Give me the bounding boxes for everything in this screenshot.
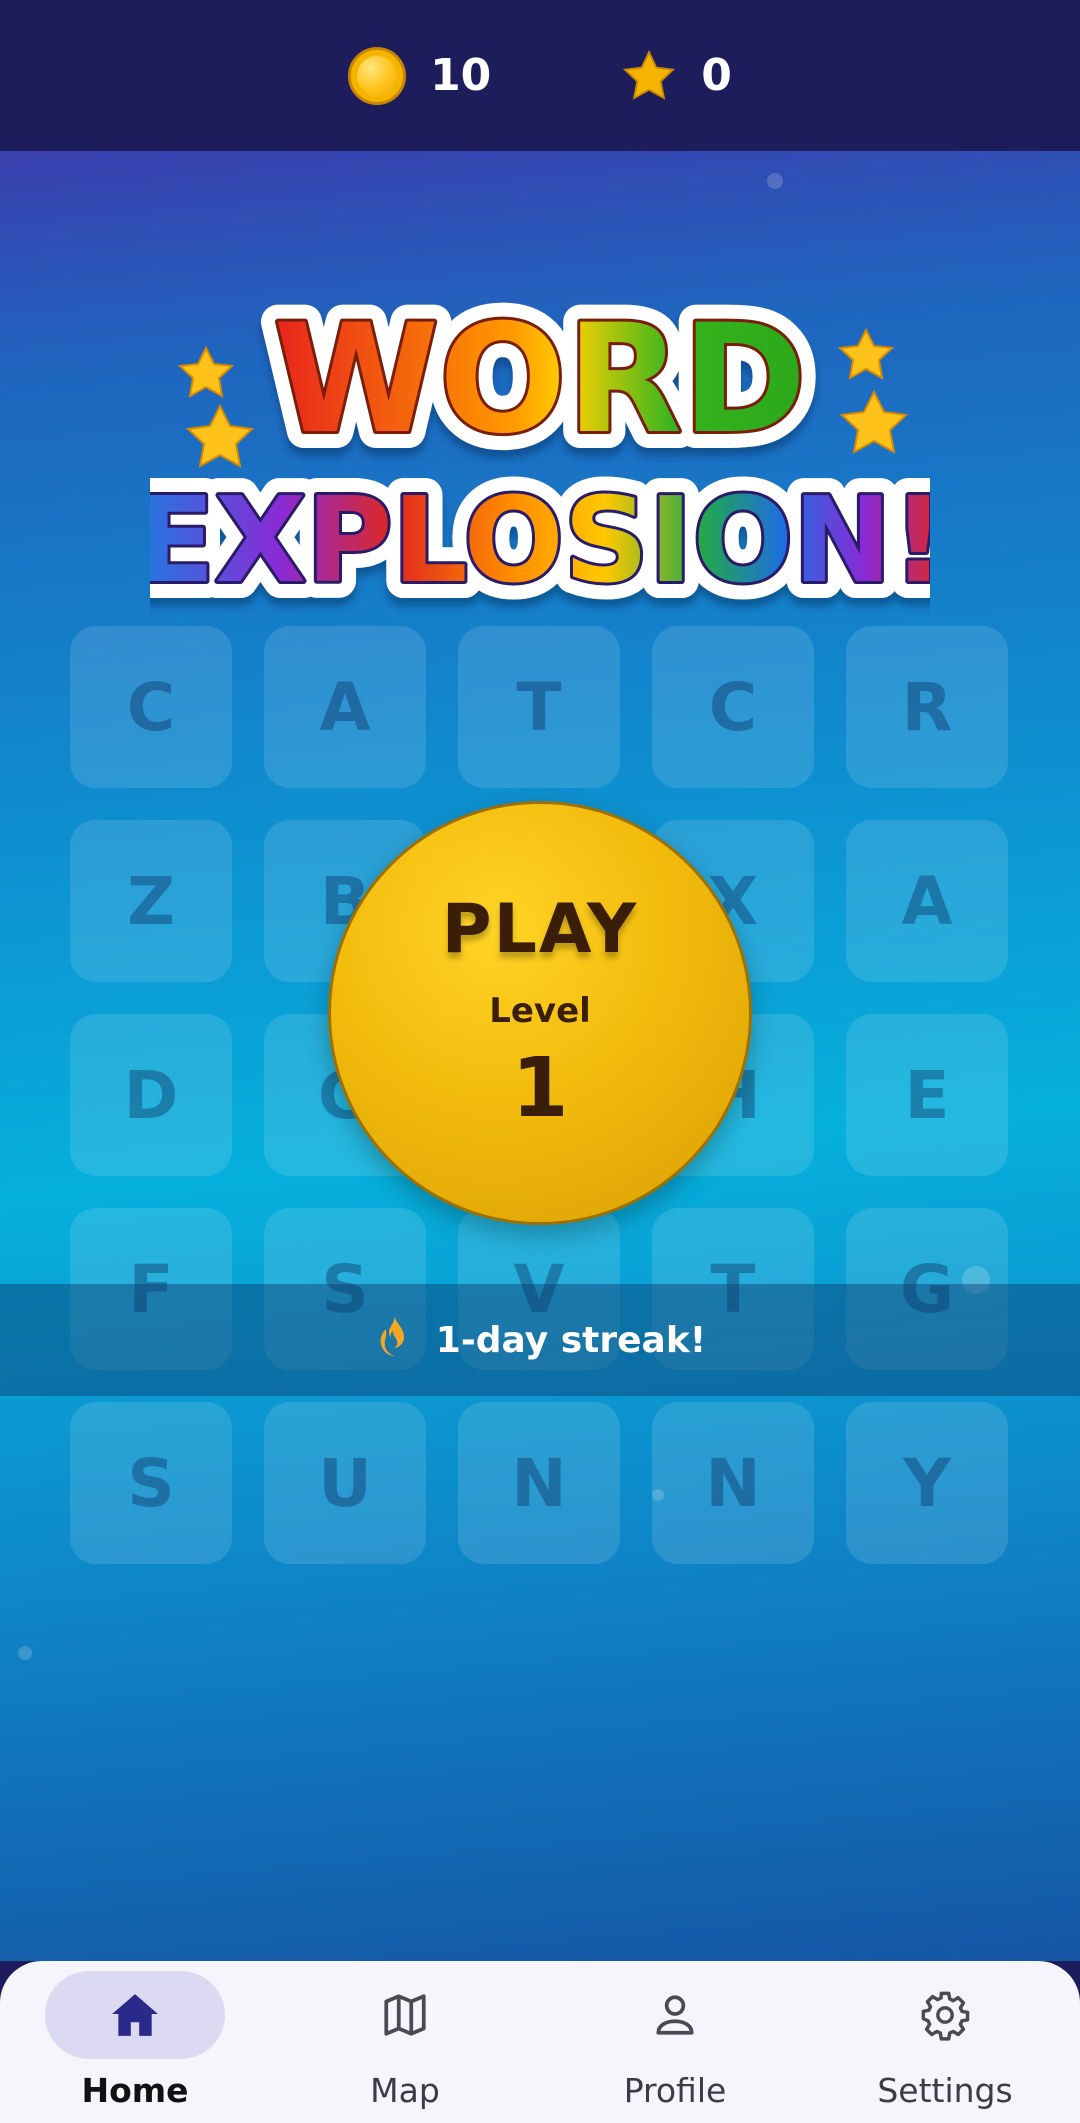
nav-item-profile[interactable]: Profile [555,1971,795,2110]
streak-banner: 1-day streak! [0,1284,1080,1396]
stars-counter[interactable]: 0 [621,48,732,104]
settings-icon [921,1991,970,2041]
letter-tile: Y [846,1402,1008,1564]
map-icon [384,1994,426,2036]
letter-tile: N [458,1402,620,1564]
letter-tile: Z [70,820,232,982]
nav-label-map: Map [370,2071,440,2110]
streak-text: 1-day streak! [435,1319,707,1361]
home-screen: WORD EXPLOSION! WORD EXPLOSION! WORD EXP… [0,151,1080,1961]
letter-tile: T [458,626,620,788]
coins-value: 10 [430,50,492,101]
game-logo: WORD EXPLOSION! WORD EXPLOSION! WORD EXP… [150,276,930,616]
stars-value: 0 [701,50,732,101]
letter-tile: S [70,1402,232,1564]
letter-tile: U [264,1402,426,1564]
letter-tile: C [70,626,232,788]
nav-label-home: Home [81,2071,189,2110]
nav-item-settings[interactable]: Settings [825,1971,1065,2110]
nav-active-indicator [45,1971,225,2059]
flame-icon [374,1314,414,1367]
nav-item-home[interactable]: Home [15,1971,255,2110]
logo-line2-fill: EXPLOSION! [150,471,930,609]
coin-icon [348,46,407,105]
level-label: Level [489,991,591,1031]
letter-tile: A [264,626,426,788]
home-icon [112,1994,158,2036]
profile-icon [656,1995,694,2035]
letter-tile: E [846,1014,1008,1176]
star-icon [621,48,677,104]
letter-tile: D [70,1014,232,1176]
nav-label-settings: Settings [877,2071,1013,2110]
coins-counter[interactable]: 10 [348,46,492,105]
decor-bubble [767,173,783,189]
letter-tile: A [846,820,1008,982]
bottom-nav: Home Map Profile Settings [0,1961,1080,2123]
play-label: PLAY [441,890,639,969]
logo-line1-fill: WORD [274,293,807,467]
top-bar: 10 0 [0,0,1080,151]
play-button[interactable]: PLAY Level 1 [328,801,752,1225]
nav-item-map[interactable]: Map [285,1971,525,2110]
decor-bubble [18,1646,32,1660]
letter-tile: N [652,1402,814,1564]
level-number: 1 [511,1041,569,1136]
letter-tile: C [652,626,814,788]
letter-tile: R [846,626,1008,788]
nav-label-profile: Profile [623,2071,727,2110]
